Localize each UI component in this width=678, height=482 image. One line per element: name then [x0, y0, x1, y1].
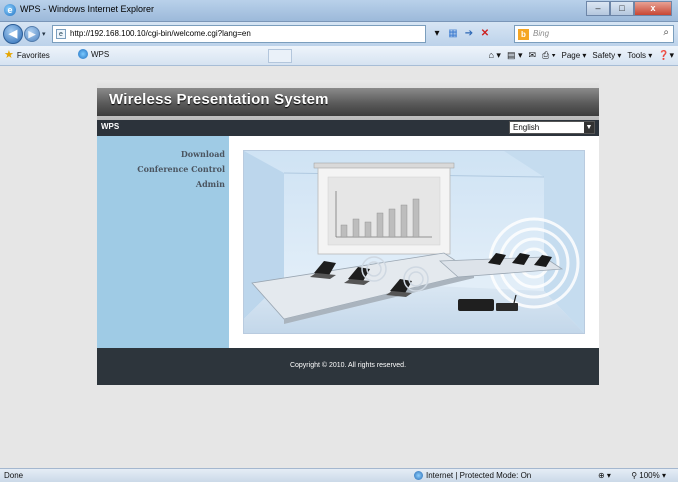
address-toolbar: ◀ ▶ ▾ e http://192.168.100.10/cgi-bin/we… — [0, 22, 678, 46]
address-dropdown-icon[interactable]: ▾ — [430, 27, 444, 41]
site-footer: Copyright © 2010. All rights reserved. — [97, 348, 599, 385]
zone-label: Internet | Protected Mode: On — [426, 471, 532, 480]
refresh-icon[interactable]: ➔ — [462, 27, 476, 41]
section-label: WPS — [101, 122, 120, 131]
ie-logo-icon: e — [4, 4, 16, 16]
wps-site: Wireless Presentation System WPS English… — [97, 80, 599, 385]
feeds-icon[interactable]: ▤ ▾ — [507, 50, 523, 61]
nav-conference-control[interactable]: Conference Control — [97, 164, 225, 174]
site-body: Download Conference Control Admin — [97, 136, 599, 348]
side-nav: Download Conference Control Admin — [97, 136, 229, 348]
language-value: English — [513, 123, 540, 132]
address-bar[interactable]: e http://192.168.100.10/cgi-bin/welcome.… — [52, 25, 426, 43]
tab-label: WPS — [91, 49, 110, 59]
search-icon[interactable]: ⌕ — [663, 27, 669, 38]
close-window-button[interactable]: x — [634, 1, 672, 16]
status-text: Done — [4, 471, 24, 480]
page-menu[interactable]: Page ▾ — [562, 51, 587, 60]
zoom-level: 100% — [639, 471, 660, 480]
favorites-label: Favorites — [16, 50, 50, 60]
page-icon: e — [56, 29, 66, 39]
search-box[interactable]: b Bing ⌕ — [514, 25, 674, 43]
illustration-svg — [244, 151, 584, 333]
zoom-control[interactable]: ⚲ 100% ▾ — [631, 471, 666, 480]
favorites-bar: ★ Favorites WPS ⌂ ▾ ▤ ▾ ✉ ⎙ ▾ Page ▾ Saf… — [0, 46, 678, 66]
site-topbar: WPS English ▼ — [97, 120, 599, 136]
back-button[interactable]: ◀ — [3, 24, 23, 44]
conference-room-illustration — [243, 150, 585, 334]
new-tab-button[interactable] — [268, 49, 292, 63]
window-controls: – □ x — [586, 1, 672, 16]
favorites-button[interactable]: ★ Favorites — [4, 49, 50, 61]
nav-admin[interactable]: Admin — [97, 179, 225, 189]
star-icon: ★ — [4, 49, 14, 61]
window-titlebar: e WPS - Windows Internet Explorer – □ x — [0, 0, 678, 22]
search-input[interactable]: Bing — [533, 29, 549, 38]
magnifier-icon: ⚲ — [631, 471, 638, 480]
maximize-button[interactable]: □ — [610, 1, 634, 16]
print-icon[interactable]: ⎙ ▾ — [542, 50, 555, 61]
safety-menu[interactable]: Safety ▾ — [592, 51, 621, 60]
protected-mode-icon[interactable]: ⊕ ▾ — [598, 471, 611, 480]
copyright-text: Copyright © 2010. All rights reserved. — [289, 362, 407, 369]
browser-tab[interactable]: WPS — [78, 49, 109, 59]
chevron-down-icon[interactable]: ▼ — [584, 122, 594, 133]
status-bar: Done Internet | Protected Mode: On ⊕ ▾ ⚲… — [0, 468, 678, 482]
minimize-button[interactable]: – — [586, 1, 610, 16]
mail-icon[interactable]: ✉ — [528, 50, 536, 61]
url-text[interactable]: http://192.168.100.10/cgi-bin/welcome.cg… — [70, 29, 251, 38]
site-banner: Wireless Presentation System — [97, 80, 599, 120]
nav-download[interactable]: Download — [97, 149, 225, 159]
compatibility-icon[interactable]: ▦ — [446, 27, 460, 41]
home-icon[interactable]: ⌂ ▾ — [488, 50, 500, 61]
history-dropdown-icon[interactable]: ▾ — [42, 30, 46, 38]
page-viewport: Wireless Presentation System WPS English… — [0, 66, 678, 468]
forward-button[interactable]: ▶ — [24, 26, 40, 42]
help-icon[interactable]: ❓▾ — [658, 50, 674, 61]
security-zone[interactable]: Internet | Protected Mode: On — [414, 471, 531, 480]
window-title: WPS - Windows Internet Explorer — [20, 4, 155, 14]
tools-menu[interactable]: Tools ▾ — [627, 51, 652, 60]
bing-icon: b — [518, 29, 529, 40]
language-select[interactable]: English ▼ — [509, 121, 595, 134]
globe-icon — [414, 471, 423, 480]
tab-page-icon — [78, 49, 88, 59]
stop-icon[interactable]: ✕ — [478, 27, 492, 41]
command-bar: ⌂ ▾ ▤ ▾ ✉ ⎙ ▾ Page ▾ Safety ▾ Tools ▾ ❓▾ — [488, 50, 674, 61]
site-brand: Wireless Presentation System — [109, 91, 329, 108]
